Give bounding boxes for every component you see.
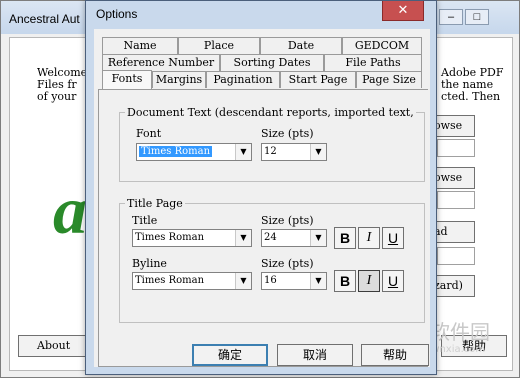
tab-margins[interactable]: Margins [152, 71, 206, 88]
fonts-tab-panel: Document Text (descendant reports, impor… [98, 89, 429, 367]
byline-size-label: Size (pts) [261, 257, 314, 270]
ok-button[interactable]: 确定 [192, 344, 268, 366]
tab-start-page[interactable]: Start Page [280, 71, 356, 88]
title-bold-button[interactable]: B [334, 227, 356, 249]
tab-reference-number[interactable]: Reference Number [102, 54, 220, 71]
title-page-legend: Title Page [125, 197, 185, 210]
help-button[interactable]: 帮助 [361, 344, 429, 366]
font-label: Font [136, 127, 162, 140]
title-size-label: Size (pts) [261, 214, 314, 227]
intro-line: cted. Then [441, 90, 501, 103]
app-logo: a [53, 172, 87, 248]
byline-font-select[interactable]: Times Roman ▼ [132, 272, 252, 290]
document-font-select[interactable]: Times Roman ▼ [136, 143, 252, 161]
tab-fonts[interactable]: Fonts [102, 70, 152, 89]
intro-text-right: Adobe PDF the name cted. Then [441, 67, 504, 103]
tab-pagination[interactable]: Pagination [206, 71, 280, 88]
document-text-legend: Document Text (descendant reports, impor… [125, 106, 416, 119]
path-field-2[interactable] [437, 191, 475, 209]
title-underline-button[interactable]: U [382, 227, 404, 249]
maximize-button[interactable]: □ [465, 9, 489, 25]
main-window-title: Ancestral Aut [9, 12, 80, 26]
byline-size-value: 16 [264, 275, 277, 286]
chevron-down-icon: ▼ [310, 273, 326, 289]
chevron-down-icon: ▼ [310, 230, 326, 246]
dialog-body: Name Place Date GEDCOM Reference Number … [94, 29, 430, 367]
tab-sorting-dates[interactable]: Sorting Dates [220, 54, 324, 71]
chevron-down-icon: ▼ [235, 230, 251, 246]
title-size-select[interactable]: 24 ▼ [261, 229, 327, 247]
options-dialog: Options ✕ Name Place Date GEDCOM Referen… [85, 0, 437, 375]
chevron-down-icon: ▼ [310, 144, 326, 160]
about-button[interactable]: About [18, 335, 90, 357]
document-font-value: Times Roman [139, 146, 213, 157]
tab-gedcom[interactable]: GEDCOM [342, 37, 422, 54]
byline-size-select[interactable]: 16 ▼ [261, 272, 327, 290]
byline-bold-button[interactable]: B [334, 270, 356, 292]
document-size-value: 12 [264, 146, 277, 157]
byline-label: Byline [132, 257, 167, 270]
path-field-1[interactable] [437, 139, 475, 157]
title-label: Title [132, 214, 158, 227]
cancel-button[interactable]: 取消 [277, 344, 353, 366]
tab-name[interactable]: Name [102, 37, 178, 54]
title-font-select[interactable]: Times Roman ▼ [132, 229, 252, 247]
document-size-select[interactable]: 12 ▼ [261, 143, 327, 161]
byline-italic-button[interactable]: I [358, 270, 380, 292]
title-italic-button[interactable]: I [358, 227, 380, 249]
byline-underline-button[interactable]: U [382, 270, 404, 292]
chevron-down-icon: ▼ [235, 273, 251, 289]
path-field-3[interactable] [437, 247, 475, 265]
byline-font-value: Times Roman [135, 275, 205, 286]
tab-file-paths[interactable]: File Paths [324, 54, 422, 71]
size-label: Size (pts) [261, 127, 314, 140]
dialog-title: Options [96, 7, 138, 21]
minimize-button[interactable]: – [439, 9, 463, 25]
welcome-line: of your [37, 90, 77, 103]
close-button[interactable]: ✕ [382, 1, 424, 21]
tab-date[interactable]: Date [260, 37, 342, 54]
welcome-text: Welcome Files fr of your [37, 67, 87, 103]
tab-page-size[interactable]: Page Size [356, 71, 422, 88]
chevron-down-icon: ▼ [235, 144, 251, 160]
title-size-value: 24 [264, 232, 277, 243]
tab-place[interactable]: Place [178, 37, 260, 54]
title-font-value: Times Roman [135, 232, 205, 243]
